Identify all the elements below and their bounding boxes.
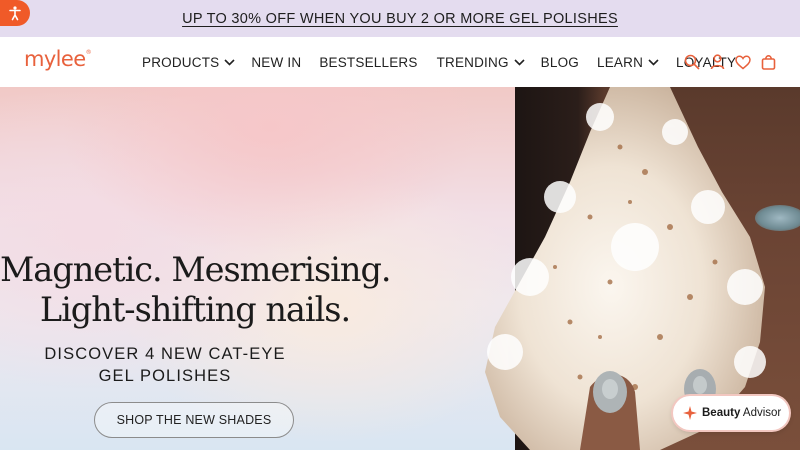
announcement-link[interactable]: UP TO 30% OFF WHEN YOU BUY 2 OR MORE GEL…	[182, 11, 618, 27]
nav-item-products[interactable]: PRODUCTS	[142, 55, 235, 70]
chevron-down-icon	[648, 58, 659, 66]
wishlist-icon[interactable]	[735, 55, 751, 70]
shop-new-shades-button[interactable]: SHOP THE NEW SHADES	[94, 402, 294, 438]
cart-icon[interactable]	[761, 54, 776, 70]
nav-item-learn[interactable]: LEARN	[597, 55, 659, 70]
announcement-bar: UP TO 30% OFF WHEN YOU BUY 2 OR MORE GEL…	[0, 0, 800, 37]
sparkle-icon	[683, 406, 697, 420]
main-nav: mylee® PRODUCTS NEW IN BESTSELLERS TREND…	[0, 37, 800, 87]
hero-banner[interactable]: Magnetic. Mesmerising. Light-shifting na…	[0, 87, 800, 450]
mylee-logo[interactable]: mylee®	[24, 47, 92, 71]
hero-subheading: DISCOVER 4 NEW CAT-EYE GEL POLISHES	[44, 345, 286, 385]
nav-item-new-in[interactable]: NEW IN	[251, 55, 301, 70]
accessibility-icon	[9, 6, 21, 21]
chevron-down-icon	[514, 58, 525, 66]
nav-menu: PRODUCTS NEW IN BESTSELLERS TRENDING BLO…	[142, 37, 736, 87]
nav-item-bestsellers[interactable]: BESTSELLERS	[319, 55, 417, 70]
nav-icons	[684, 37, 776, 87]
accessibility-button[interactable]	[0, 0, 30, 26]
search-icon[interactable]	[684, 54, 700, 70]
beauty-advisor-button[interactable]: Beauty Advisor	[673, 396, 789, 430]
nav-item-blog[interactable]: BLOG	[541, 55, 579, 70]
beauty-advisor-label: Beauty Advisor	[702, 407, 782, 419]
account-icon[interactable]	[710, 54, 725, 70]
hero-headline: Magnetic. Mesmerising. Light-shifting na…	[0, 250, 392, 329]
chevron-down-icon	[224, 58, 235, 66]
nav-item-trending[interactable]: TRENDING	[437, 55, 525, 70]
